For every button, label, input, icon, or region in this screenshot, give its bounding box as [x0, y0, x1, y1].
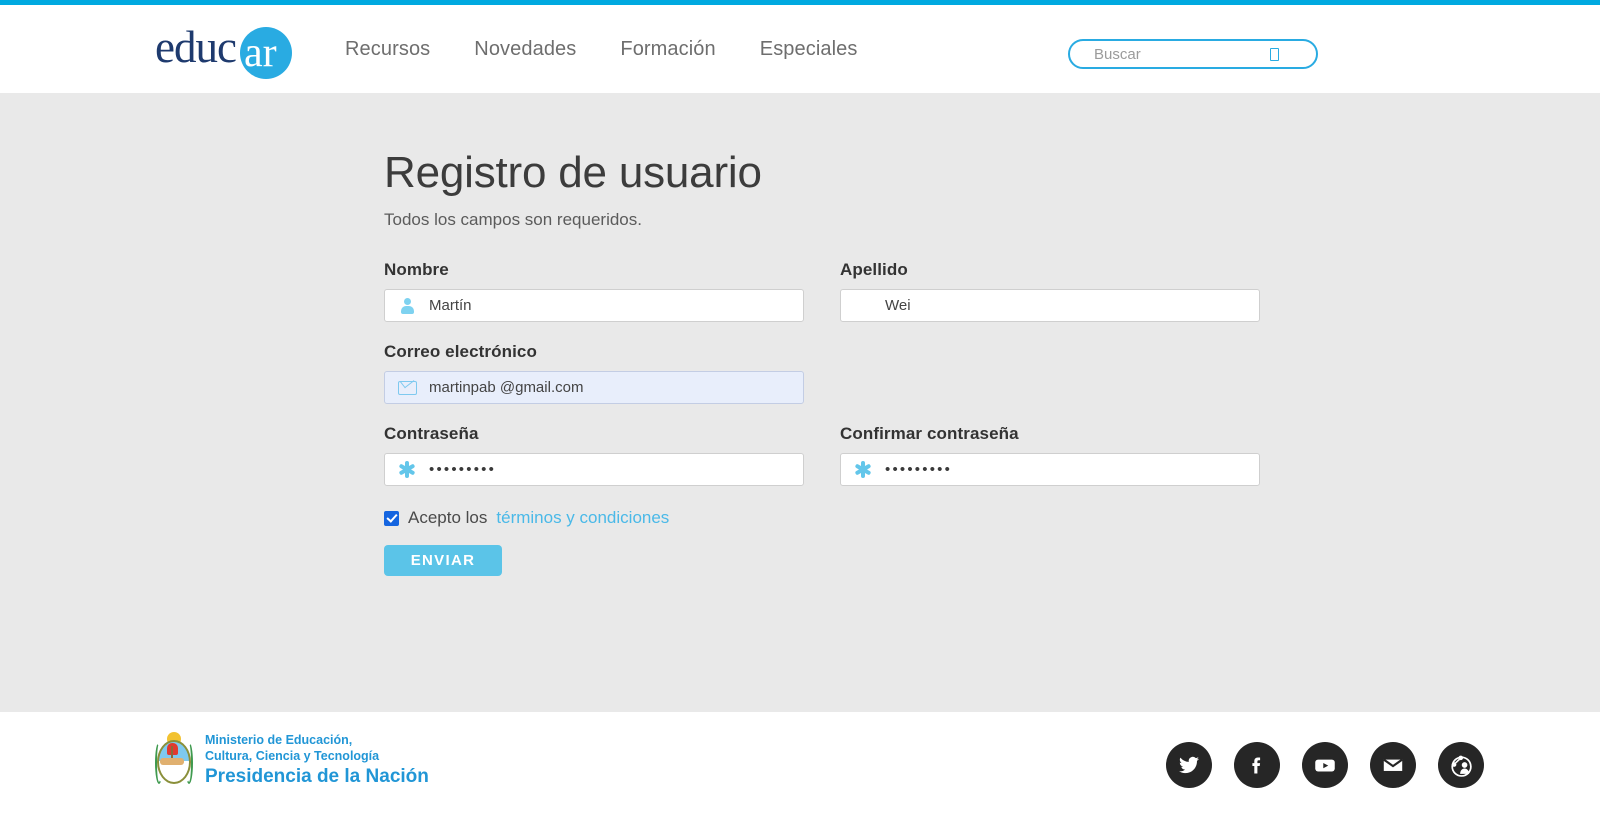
asterisk-icon	[841, 461, 885, 478]
form-row-names: Nombre Apellido	[384, 260, 1264, 322]
nav-item-novedades[interactable]: Novedades	[474, 38, 576, 61]
search-input[interactable]	[1070, 41, 1260, 67]
registration-form: Registro de usuario Todos los campos son…	[384, 148, 1264, 576]
terms-checkbox[interactable]	[384, 510, 399, 526]
password-value[interactable]: •••••••••	[429, 455, 496, 484]
person-icon	[385, 297, 429, 314]
facebook-icon[interactable]	[1234, 742, 1280, 788]
form-grid: Nombre Apellido	[384, 260, 1264, 576]
field-correo: Correo electrónico	[384, 342, 804, 404]
gov-logo[interactable]: Ministerio de Educación, Cultura, Cienci…	[155, 732, 429, 790]
gov-line-3: Presidencia de la Nación	[205, 766, 429, 788]
site-header: educ ar Recursos Novedades Formación Esp…	[0, 5, 1600, 93]
nav-item-formacion[interactable]: Formación	[620, 38, 715, 61]
input-shell-password-confirm[interactable]: •••••••••	[840, 453, 1260, 486]
label-password: Contraseña	[384, 424, 479, 443]
main-nav: Recursos Novedades Formación Especiales	[345, 38, 857, 61]
terms-row: Acepto los términos y condiciones	[384, 508, 1264, 528]
page-subtitle: Todos los campos son requeridos.	[384, 210, 642, 229]
social-links	[1166, 742, 1484, 788]
label-nombre: Nombre	[384, 260, 449, 279]
input-shell-correo[interactable]	[384, 371, 804, 404]
label-password-confirm: Confirmar contraseña	[840, 424, 1019, 443]
label-correo: Correo electrónico	[384, 342, 537, 361]
argentina-coat-of-arms-icon	[155, 732, 193, 790]
share-network-icon[interactable]	[1438, 742, 1484, 788]
site-footer: Ministerio de Educación, Cultura, Cienci…	[0, 712, 1600, 827]
input-shell-password[interactable]: •••••••••	[384, 453, 804, 486]
terms-text: Acepto los	[408, 508, 488, 527]
email-icon[interactable]	[1370, 742, 1416, 788]
field-apellido: Apellido	[840, 260, 1260, 322]
gov-line-2: Cultura, Ciencia y Tecnología	[205, 749, 380, 764]
asterisk-icon	[385, 461, 429, 478]
terms-link[interactable]: términos y condiciones	[496, 508, 669, 528]
input-shell-nombre[interactable]	[384, 289, 804, 322]
form-row-passwords: Contraseña ••••••••• Confirmar contraseñ…	[384, 424, 1264, 486]
password-confirm-value[interactable]: •••••••••	[885, 455, 952, 484]
logo-badge-text: ar	[244, 30, 277, 76]
envelope-icon	[385, 380, 429, 395]
search-glyph	[1269, 47, 1279, 61]
field-password: Contraseña •••••••••	[384, 424, 804, 486]
gov-line-1: Ministerio de Educación,	[205, 733, 353, 748]
page-title: Registro de usuario	[384, 148, 762, 197]
form-row-email: Correo electrónico	[384, 342, 1264, 404]
nav-item-recursos[interactable]: Recursos	[345, 38, 430, 61]
correo-input[interactable]	[429, 373, 803, 402]
educar-logo[interactable]: educ ar	[155, 19, 300, 79]
nav-item-especiales[interactable]: Especiales	[760, 38, 858, 61]
field-nombre: Nombre	[384, 260, 804, 322]
gov-text-block: Ministerio de Educación, Cultura, Cienci…	[205, 732, 429, 789]
youtube-icon[interactable]	[1302, 742, 1348, 788]
label-apellido: Apellido	[840, 260, 908, 279]
search-icon[interactable]	[1260, 41, 1288, 67]
page-root: educ ar Recursos Novedades Formación Esp…	[0, 0, 1600, 827]
search-box[interactable]	[1068, 39, 1318, 69]
field-password-confirm: Confirmar contraseña •••••••••	[840, 424, 1260, 486]
twitter-icon[interactable]	[1166, 742, 1212, 788]
submit-button[interactable]: ENVIAR	[384, 545, 502, 576]
apellido-input[interactable]	[841, 291, 1259, 320]
input-shell-apellido[interactable]	[840, 289, 1260, 322]
field-spacer	[840, 342, 1260, 404]
logo-wordmark: educ	[155, 22, 237, 72]
content-area: Registro de usuario Todos los campos son…	[0, 93, 1600, 712]
nombre-input[interactable]	[429, 291, 803, 320]
